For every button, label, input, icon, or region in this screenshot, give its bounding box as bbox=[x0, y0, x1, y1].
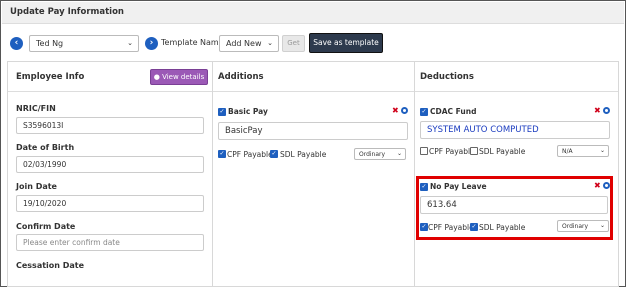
forward-arrow-icon[interactable]: › bbox=[145, 37, 158, 50]
basic-pay-label: Basic Pay bbox=[228, 107, 268, 116]
sdl-payable-checkbox[interactable]: ✓ bbox=[270, 150, 278, 158]
dob-label: Date of Birth bbox=[16, 143, 75, 152]
sdl-payable-label: SDL Payable bbox=[479, 147, 526, 156]
cdac-fund-input[interactable]: SYSTEM AUTO COMPUTED bbox=[420, 121, 610, 139]
cdac-fund-label: CDAC Fund bbox=[430, 107, 477, 116]
chevron-down-icon: ⌄ bbox=[599, 222, 605, 229]
no-pay-leave-label: No Pay Leave bbox=[430, 182, 487, 191]
no-pay-leave-type-value: Ordinary bbox=[562, 223, 589, 230]
no-pay-leave-checkbox[interactable]: ✓ bbox=[420, 183, 428, 191]
back-arrow-icon[interactable]: ‹ bbox=[10, 37, 23, 50]
employee-info-panel bbox=[7, 61, 213, 287]
sdl-payable-label: SDL Payable bbox=[280, 150, 327, 159]
template-select[interactable]: Add New ⌄ bbox=[219, 35, 279, 52]
join-date-label: Join Date bbox=[16, 182, 57, 191]
employee-select-value: Ted Ng bbox=[36, 39, 64, 48]
remove-icon[interactable]: ✖ bbox=[392, 106, 399, 115]
cpf-payable-checkbox[interactable] bbox=[420, 147, 428, 155]
remove-icon[interactable]: ✖ bbox=[594, 106, 601, 115]
template-select-value: Add New bbox=[226, 39, 262, 48]
no-pay-leave-type-select[interactable]: Ordinary ⌄ bbox=[557, 220, 609, 232]
chevron-down-icon: ⌄ bbox=[396, 150, 402, 157]
deductions-panel bbox=[414, 61, 619, 287]
remove-icon[interactable]: ✖ bbox=[594, 181, 601, 190]
view-details-button[interactable]: ● View details bbox=[150, 69, 208, 85]
cdac-type-select[interactable]: N/A ⌄ bbox=[557, 145, 609, 157]
cdac-type-value: N/A bbox=[562, 148, 573, 155]
gear-icon[interactable] bbox=[603, 182, 610, 189]
view-details-label: View details bbox=[162, 73, 205, 81]
no-pay-leave-input[interactable]: 613.64 bbox=[420, 196, 608, 214]
cpf-payable-label: CPF Payable bbox=[428, 223, 474, 232]
basic-pay-input[interactable]: BasicPay bbox=[218, 122, 408, 140]
cpf-payable-checkbox[interactable]: ✓ bbox=[420, 223, 428, 231]
dialog-title: Update Pay Information bbox=[10, 7, 124, 17]
nric-label: NRIC/FIN bbox=[16, 104, 56, 113]
deductions-title: Deductions bbox=[420, 72, 474, 82]
basic-pay-checkbox[interactable]: ✓ bbox=[218, 108, 226, 116]
chevron-down-icon: ⌄ bbox=[267, 39, 273, 47]
dob-input[interactable]: 02/03/1990 bbox=[16, 156, 204, 173]
info-icon: ● bbox=[153, 73, 160, 81]
join-date-input[interactable]: 19/10/2020 bbox=[16, 195, 204, 212]
confirm-date-input[interactable]: Please enter confirm date bbox=[16, 234, 204, 251]
addition-type-value: Ordinary bbox=[359, 151, 386, 158]
get-button[interactable]: Get bbox=[282, 35, 305, 52]
nric-input[interactable]: S3596013I bbox=[16, 117, 204, 134]
employee-info-title: Employee Info bbox=[16, 72, 85, 82]
additions-title: Additions bbox=[218, 72, 264, 82]
confirm-date-label: Confirm Date bbox=[16, 222, 76, 231]
save-as-template-button[interactable]: Save as template bbox=[309, 33, 383, 53]
template-name-label: Template Name bbox=[161, 38, 224, 47]
chevron-down-icon: ⌄ bbox=[599, 147, 605, 154]
dialog-titlebar: Update Pay Information bbox=[2, 2, 624, 24]
chevron-down-icon: ⌄ bbox=[127, 39, 133, 47]
cdac-fund-checkbox[interactable]: ✓ bbox=[420, 108, 428, 116]
cessation-date-label: Cessation Date bbox=[16, 261, 85, 270]
cpf-payable-label: CPF Payable bbox=[227, 150, 273, 159]
sdl-payable-label: SDL Payable bbox=[479, 223, 526, 232]
divider bbox=[8, 91, 212, 92]
sdl-payable-checkbox[interactable]: ✓ bbox=[470, 223, 478, 231]
addition-type-select[interactable]: Ordinary ⌄ bbox=[354, 148, 406, 160]
cpf-payable-label: CPF Payable bbox=[429, 147, 475, 156]
gear-icon[interactable] bbox=[603, 107, 610, 114]
gear-icon[interactable] bbox=[401, 107, 408, 114]
divider bbox=[213, 91, 414, 92]
additions-panel bbox=[212, 61, 415, 287]
sdl-payable-checkbox[interactable] bbox=[470, 147, 478, 155]
divider bbox=[415, 91, 618, 92]
employee-select[interactable]: Ted Ng ⌄ bbox=[29, 35, 139, 52]
cpf-payable-checkbox[interactable]: ✓ bbox=[218, 150, 226, 158]
